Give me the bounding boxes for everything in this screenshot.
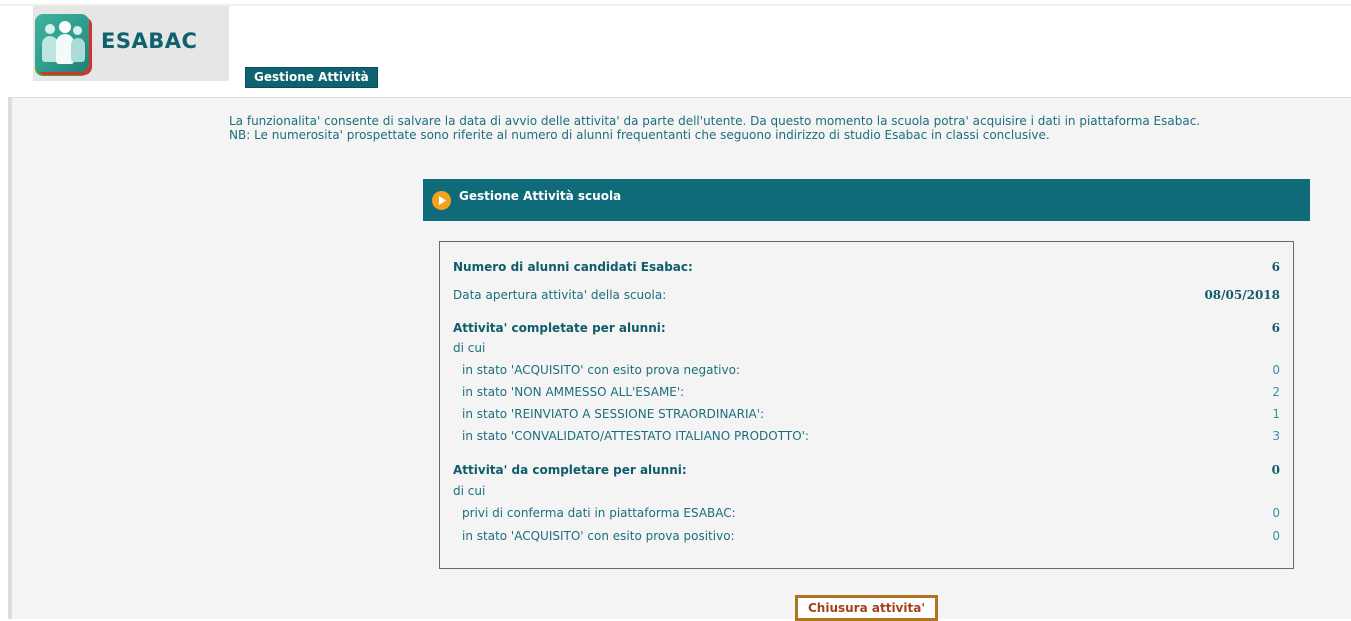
logo-area[interactable]: ESABAC — [33, 6, 229, 81]
list-item: in stato 'NON AMMESSO ALL'ESAME': 2 — [462, 385, 1280, 399]
panel-header: Gestione Attività scuola — [423, 179, 1310, 221]
play-circle-icon — [432, 191, 451, 210]
close-activity-button[interactable]: Chiusura attivita' — [795, 595, 938, 621]
to-complete-label: Attivita' da completare per alunni: — [453, 463, 687, 477]
to-complete-di-cui: di cui — [453, 484, 486, 498]
completed-row: Attivita' completate per alunni: 6 — [453, 320, 1280, 336]
list-item: in stato 'REINVIATO A SESSIONE STRAORDIN… — [462, 407, 1280, 421]
list-item: in stato 'ACQUISITO' con esito prova neg… — [462, 363, 1280, 377]
list-item: privi di conferma dati in piattaforma ES… — [462, 506, 1280, 520]
completed-label: Attivita' completate per alunni: — [453, 321, 666, 335]
intro-line-1: La funzionalita' consente di salvare la … — [229, 114, 1201, 128]
top-header: ESABAC Gestione Attività — [0, 0, 1351, 97]
intro-text: La funzionalita' consente di salvare la … — [229, 114, 1200, 142]
esabac-logo-icon — [35, 14, 89, 72]
app-name: ESABAC — [101, 29, 198, 53]
summary-box: Numero di alunni candidati Esabac: 6 Dat… — [439, 241, 1294, 569]
tab-gestione-attivita[interactable]: Gestione Attività — [245, 67, 378, 88]
opening-date-row: Data apertura attivita' della scuola: 08… — [453, 287, 1280, 303]
completed-di-cui: di cui — [453, 341, 486, 355]
candidates-value: 6 — [1271, 260, 1280, 274]
opening-date-value: 08/05/2018 — [1204, 288, 1280, 302]
completed-value: 6 — [1271, 321, 1280, 335]
list-item: in stato 'ACQUISITO' con esito prova pos… — [462, 529, 1280, 543]
candidates-row: Numero di alunni candidati Esabac: 6 — [453, 259, 1280, 275]
list-item: in stato 'CONVALIDATO/ATTESTATO ITALIANO… — [462, 429, 1280, 443]
candidates-label: Numero di alunni candidati Esabac: — [453, 260, 693, 274]
panel-title: Gestione Attività scuola — [459, 189, 622, 203]
opening-date-label: Data apertura attivita' della scuola: — [453, 288, 667, 302]
intro-line-2: NB: Le numerosita' prospettate sono rife… — [229, 128, 1050, 142]
to-complete-row: Attivita' da completare per alunni: 0 — [453, 462, 1280, 478]
to-complete-value: 0 — [1271, 463, 1280, 477]
